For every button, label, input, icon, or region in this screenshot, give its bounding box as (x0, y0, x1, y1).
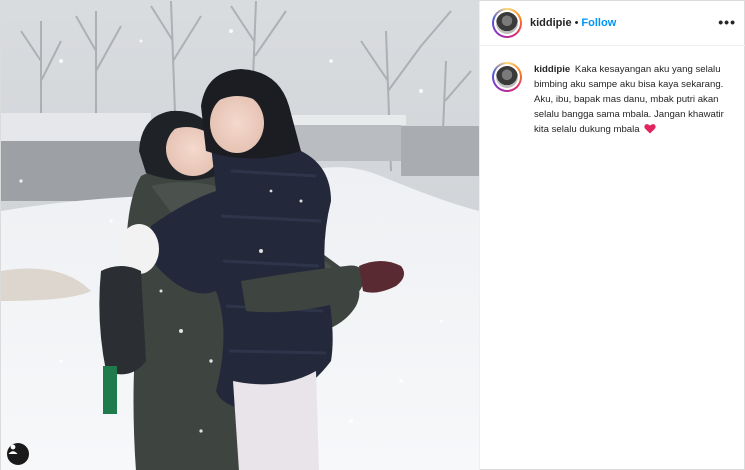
tagged-user-icon[interactable] (7, 443, 29, 465)
avatar[interactable] (492, 8, 522, 38)
separator-dot: • (574, 17, 579, 29)
post-header: kiddipie • Follow ••• (480, 1, 745, 46)
follow-button[interactable]: Follow (581, 17, 616, 29)
avatar-image (496, 12, 518, 34)
caption-username[interactable]: kiddipie (534, 64, 570, 75)
caption-row: kiddipie Kaka kesayangan aku yang selalu… (480, 46, 745, 137)
username-link[interactable]: kiddipie (530, 17, 572, 29)
heart-icon (644, 124, 656, 134)
caption-text: kiddipie Kaka kesayangan aku yang selalu… (534, 62, 734, 137)
snow-scene-image (1, 1, 479, 470)
more-options-icon[interactable]: ••• (718, 14, 736, 30)
post-side-panel: kiddipie • Follow ••• kiddipie Kaka kesa… (479, 1, 745, 470)
caption-avatar-image (496, 66, 518, 88)
caption-avatar-inner (494, 64, 520, 90)
post-photo[interactable] (1, 1, 479, 470)
instagram-post: kiddipie • Follow ••• kiddipie Kaka kesa… (0, 0, 745, 470)
caption-avatar[interactable] (492, 62, 522, 92)
avatar-inner (494, 10, 520, 36)
